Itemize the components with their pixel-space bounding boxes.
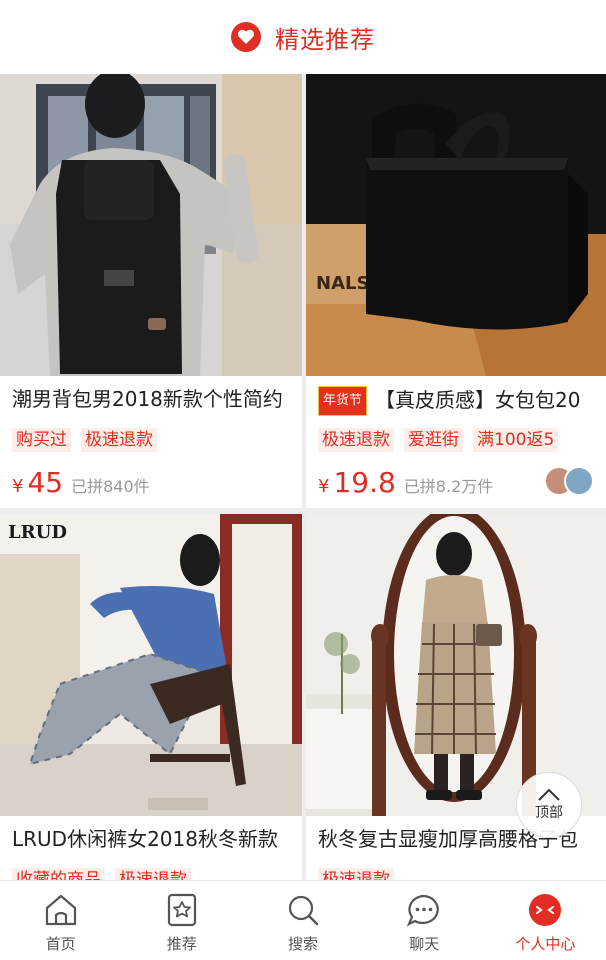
sold-count: 已拼8.2万件: [403, 477, 494, 496]
product-price: ¥ 45 已拼840件: [12, 466, 150, 499]
search-icon: [288, 895, 319, 926]
tab-profile[interactable]: 个人中心: [485, 881, 606, 960]
product-name[interactable]: 潮男背包男2018新款个性简约: [12, 386, 294, 412]
tab-label: 首页: [45, 935, 76, 953]
profile-icon: [529, 894, 562, 926]
star-bookmark-icon: [167, 893, 196, 927]
heart-icon: [231, 22, 261, 52]
tab-chat[interactable]: 聊天: [364, 881, 485, 960]
product-card[interactable]: 潮男背包男2018新款个性简约 购买过 极速退款 ¥ 45 已拼840件: [0, 74, 302, 508]
tab-label: 搜索: [288, 935, 319, 953]
box-label-text: NALS: [316, 273, 369, 294]
product-tags: 极速退款 爱逛街 满100返5: [318, 428, 559, 452]
tag: 满100返5: [473, 428, 559, 452]
back-to-top-button[interactable]: 顶部: [516, 772, 582, 838]
product-tags: 购买过 极速退款: [12, 428, 157, 452]
price-value: 19.8: [333, 466, 396, 499]
price-value: 45: [27, 466, 64, 499]
home-icon: [45, 894, 76, 926]
chevron-up-icon: [538, 788, 560, 801]
tab-home[interactable]: 首页: [0, 881, 121, 960]
buyer-avatars: [544, 466, 594, 496]
back-to-top-label: 顶部: [535, 805, 563, 821]
tab-recommend[interactable]: 推荐: [121, 881, 242, 960]
avatar: [564, 466, 594, 496]
product-name[interactable]: LRUD休闲裤女2018秋冬新款: [12, 826, 294, 852]
festival-badge: 年货节: [318, 386, 368, 416]
tab-label: 聊天: [409, 935, 440, 953]
bottom-tab-bar: 首页 推荐 搜索 聊天 个人中心: [0, 880, 606, 960]
product-price: ¥ 19.8 已拼8.2万件: [318, 466, 493, 499]
product-image[interactable]: [306, 514, 606, 816]
chat-icon: [407, 894, 440, 927]
section-title: 精选推荐: [275, 25, 375, 54]
product-name-text: 【真皮质感】女包包20: [375, 388, 581, 412]
section-header: 精选推荐: [0, 0, 606, 74]
tab-label: 个人中心: [515, 935, 576, 953]
product-image[interactable]: [0, 74, 302, 376]
tag: 购买过: [12, 428, 71, 452]
currency-symbol: ¥: [318, 476, 330, 497]
tag: 极速退款: [318, 428, 394, 452]
tag: 极速退款: [81, 428, 157, 452]
sold-count: 已拼840件: [71, 477, 150, 496]
tab-label: 推荐: [166, 935, 197, 953]
tab-search[interactable]: 搜索: [242, 881, 363, 960]
brand-watermark: LRUD: [8, 522, 67, 543]
product-image[interactable]: LRUD: [0, 514, 302, 816]
product-card[interactable]: NALS 年货节 【真皮质感】女包包20 极速退款 爱逛街 满100返5 ¥ 19…: [306, 74, 606, 508]
currency-symbol: ¥: [12, 476, 24, 497]
product-image[interactable]: NALS: [306, 74, 606, 376]
product-name[interactable]: 年货节 【真皮质感】女包包20: [318, 386, 598, 416]
tag: 爱逛街: [404, 428, 463, 452]
